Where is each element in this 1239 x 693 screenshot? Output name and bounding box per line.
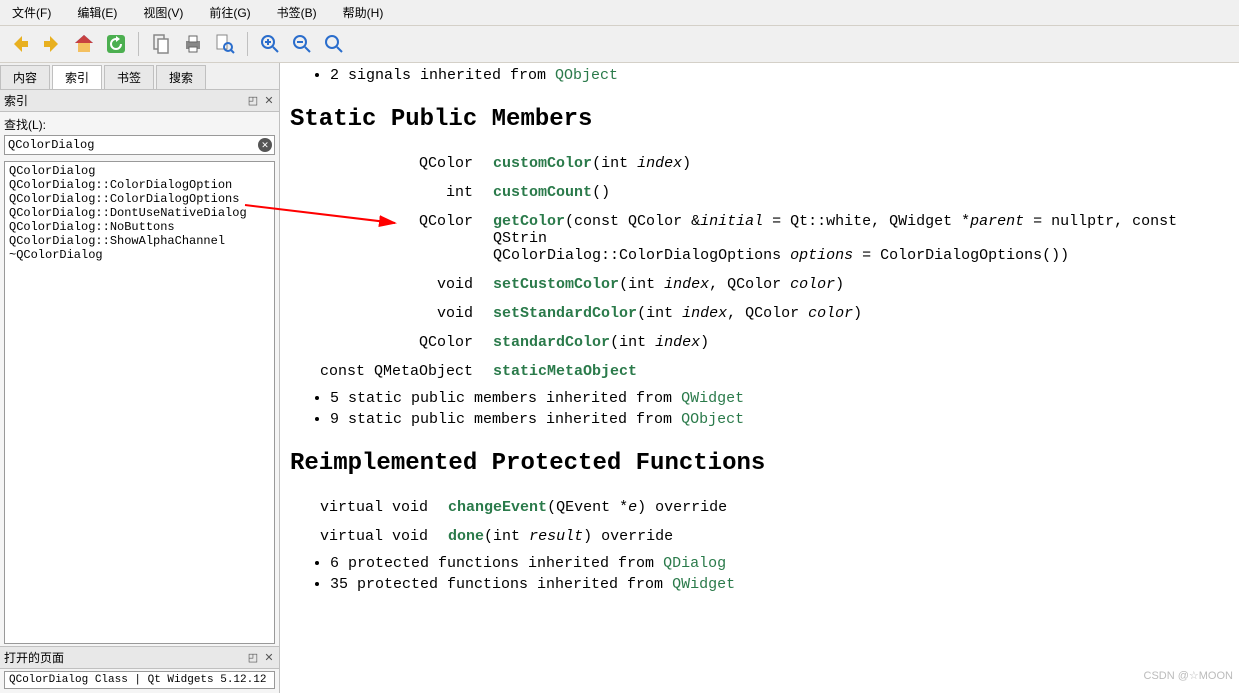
table-row: intcustomCount() — [310, 178, 1229, 207]
tab-index[interactable]: 索引 — [52, 65, 102, 89]
fn-link[interactable]: standardColor — [493, 334, 610, 351]
table-row: voidsetStandardColor(int index, QColor c… — [310, 299, 1229, 328]
table-row: QColorcustomColor(int index) — [310, 149, 1229, 178]
fn-link[interactable]: staticMetaObject — [493, 363, 637, 380]
toolbar — [0, 26, 1239, 63]
table-row: voidsetCustomColor(int index, QColor col… — [310, 270, 1229, 299]
index-list[interactable]: QColorDialog QColorDialog::ColorDialogOp… — [4, 161, 275, 644]
open-page-item[interactable]: QColorDialog Class | Qt Widgets 5.12.12 — [9, 674, 270, 686]
doc-content[interactable]: 2 signals inherited from QObject Static … — [280, 63, 1239, 693]
fn-link[interactable]: setCustomColor — [493, 276, 619, 293]
table-row: QColorstandardColor(int index) — [310, 328, 1229, 357]
menu-help[interactable]: 帮助(H) — [339, 2, 388, 23]
section-heading-reimpl: Reimplemented Protected Functions — [290, 450, 1229, 477]
menu-edit[interactable]: 编辑(E) — [73, 2, 121, 23]
tab-contents[interactable]: 内容 — [0, 65, 50, 89]
index-item[interactable]: QColorDialog::ColorDialogOption — [9, 178, 270, 192]
list-item: 2 signals inherited from QObject — [330, 67, 1229, 84]
clear-search-icon[interactable]: ✕ — [258, 138, 272, 152]
link[interactable]: QObject — [555, 67, 618, 84]
sidebar: 内容 索引 书签 搜索 索引 ◰ ✕ 查找(L): ✕ QColorDialog… — [0, 63, 280, 693]
fn-link[interactable]: customColor — [493, 155, 592, 172]
reload-button[interactable] — [102, 30, 130, 58]
fn-link[interactable]: changeEvent — [448, 499, 547, 516]
tab-bookmark[interactable]: 书签 — [104, 65, 154, 89]
link[interactable]: QDialog — [663, 555, 726, 572]
home-button[interactable] — [70, 30, 98, 58]
index-panel-header: 索引 ◰ ✕ — [0, 90, 279, 112]
undock-icon[interactable]: ◰ — [247, 652, 259, 664]
table-row: QColorgetColor(const QColor &initial = Q… — [310, 207, 1229, 270]
find-button[interactable] — [211, 30, 239, 58]
list-item: 5 static public members inherited from Q… — [330, 390, 1229, 407]
search-box: ✕ — [4, 135, 275, 155]
list-item: 6 protected functions inherited from QDi… — [330, 555, 1229, 572]
fn-link[interactable]: getColor — [493, 213, 565, 230]
inherited-list: 2 signals inherited from QObject — [290, 67, 1229, 84]
link[interactable]: QWidget — [672, 576, 735, 593]
zoom-in-button[interactable] — [256, 30, 284, 58]
index-item[interactable]: QColorDialog::DontUseNativeDialog — [9, 206, 270, 220]
fn-link[interactable]: customCount — [493, 184, 592, 201]
menu-file[interactable]: 文件(F) — [8, 2, 55, 23]
side-tabs: 内容 索引 书签 搜索 — [0, 63, 279, 90]
index-item[interactable]: QColorDialog::ColorDialogOptions — [9, 192, 270, 206]
table-row: const QMetaObjectstaticMetaObject — [310, 357, 1229, 386]
menu-goto[interactable]: 前往(G) — [205, 2, 254, 23]
zoom-out-button[interactable] — [288, 30, 316, 58]
copy-button[interactable] — [147, 30, 175, 58]
list-item: 9 static public members inherited from Q… — [330, 411, 1229, 428]
fn-link[interactable]: setStandardColor — [493, 305, 637, 322]
link[interactable]: QWidget — [681, 390, 744, 407]
tab-search[interactable]: 搜索 — [156, 65, 206, 89]
back-button[interactable] — [6, 30, 34, 58]
menu-bar: 文件(F) 编辑(E) 视图(V) 前往(G) 书签(B) 帮助(H) — [0, 0, 1239, 26]
close-panel-icon[interactable]: ✕ — [263, 652, 275, 664]
menu-view[interactable]: 视图(V) — [139, 2, 187, 23]
close-panel-icon[interactable]: ✕ — [263, 95, 275, 107]
section-heading-static: Static Public Members — [290, 106, 1229, 133]
undock-icon[interactable]: ◰ — [247, 95, 259, 107]
link[interactable]: QObject — [681, 411, 744, 428]
zoom-reset-button[interactable] — [320, 30, 348, 58]
index-item[interactable]: QColorDialog::NoButtons — [9, 220, 270, 234]
list-item: 35 protected functions inherited from QW… — [330, 576, 1229, 593]
static-members-table: QColorcustomColor(int index) intcustomCo… — [310, 149, 1229, 386]
index-panel-title: 索引 — [4, 92, 28, 109]
forward-button[interactable] — [38, 30, 66, 58]
index-item[interactable]: QColorDialog::ShowAlphaChannel — [9, 234, 270, 248]
inherited-list: 6 protected functions inherited from QDi… — [290, 555, 1229, 593]
fn-link[interactable]: done — [448, 528, 484, 545]
table-row: virtual voiddone(int result) override — [310, 522, 737, 551]
index-item[interactable]: ~QColorDialog — [9, 248, 270, 262]
open-pages-title: 打开的页面 — [4, 649, 64, 666]
watermark: CSDN @☆MOON — [1144, 669, 1233, 682]
search-input[interactable] — [7, 137, 258, 153]
inherited-list: 5 static public members inherited from Q… — [290, 390, 1229, 428]
search-label: 查找(L): — [4, 116, 275, 133]
table-row: virtual voidchangeEvent(QEvent *e) overr… — [310, 493, 737, 522]
index-item[interactable]: QColorDialog — [9, 164, 270, 178]
reimpl-members-table: virtual voidchangeEvent(QEvent *e) overr… — [310, 493, 737, 551]
print-button[interactable] — [179, 30, 207, 58]
menu-bookmark[interactable]: 书签(B) — [273, 2, 321, 23]
